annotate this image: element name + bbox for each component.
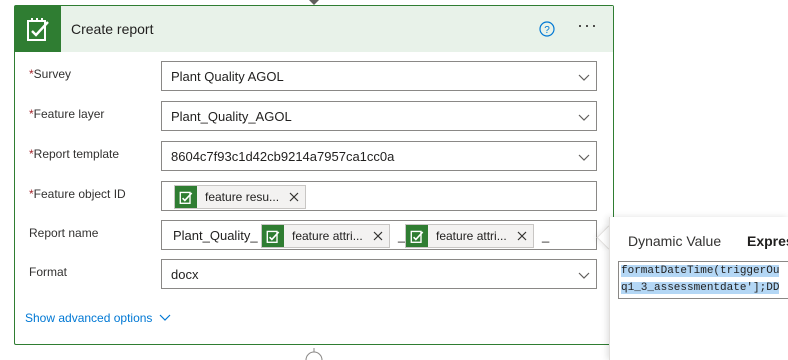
format-value: docx — [171, 267, 199, 282]
survey123-checklist-icon — [15, 6, 61, 52]
svg-text:?: ? — [544, 25, 550, 36]
help-circle-icon[interactable]: ? — [539, 21, 555, 37]
token-label: feature attri... — [292, 229, 363, 243]
expression-line: q1_3_assessmentdate'];DD — [621, 282, 780, 294]
report-template-label: *Report template — [29, 147, 119, 161]
chevron-down-icon — [578, 154, 590, 161]
advanced-options-label: Show advanced options — [25, 311, 153, 325]
card-title: Create report — [71, 21, 154, 37]
tab-dynamic-value[interactable]: Dynamic Value — [628, 233, 721, 249]
dynamic-content-flyout: Dynamic Value Expres formatDateTime(trig… — [609, 217, 788, 360]
feature-layer-dropdown[interactable]: Plant_Quality_AGOL — [161, 101, 597, 131]
survey123-checklist-icon — [175, 186, 197, 208]
survey123-checklist-icon — [262, 225, 284, 247]
token-label: feature resu... — [205, 190, 280, 204]
report-name-label-text: Report name — [29, 226, 99, 240]
report-template-value: 8604c7f93c1d42cb9214a7957ca1cc0a — [171, 149, 395, 164]
report-template-label-text: Report template — [33, 147, 120, 161]
survey-value: Plant Quality AGOL — [171, 69, 284, 84]
survey-dropdown[interactable]: Plant Quality AGOL — [161, 61, 597, 91]
expression-editor[interactable]: formatDateTime(triggerOu q1_3_assessment… — [618, 261, 788, 299]
feature-object-id-label-text: Feature object ID — [33, 187, 126, 201]
dynamic-content-token[interactable]: feature resu... — [174, 185, 307, 209]
token-label: feature attri... — [436, 229, 507, 243]
report-template-dropdown[interactable]: 8604c7f93c1d42cb9214a7957ca1cc0a — [161, 141, 597, 171]
dynamic-content-token[interactable]: feature attri... — [261, 224, 390, 248]
dynamic-content-token[interactable]: feature attri... — [405, 224, 534, 248]
feature-object-id-input[interactable]: feature resu... — [161, 181, 597, 211]
chevron-down-icon — [578, 114, 590, 121]
chevron-down-icon — [578, 272, 590, 279]
survey123-checklist-icon — [406, 225, 428, 247]
show-advanced-options-link[interactable]: Show advanced options — [25, 311, 171, 325]
close-icon[interactable] — [373, 231, 383, 241]
expression-line: formatDateTime(triggerOu — [621, 265, 780, 277]
format-label: Format — [29, 265, 67, 279]
card-header[interactable]: Create report ? ··· — [15, 6, 613, 52]
report-name-label: Report name — [29, 226, 98, 240]
more-options-icon[interactable]: ··· — [577, 16, 603, 38]
tab-expression[interactable]: Expres — [747, 233, 788, 249]
survey-label-text: Survey — [33, 67, 72, 81]
report-name-input[interactable]: Plant_Quality_ feature attri... _ featur… — [161, 220, 597, 250]
feature-object-id-label: *Feature object ID — [29, 187, 126, 201]
flow-connector-bottom — [305, 348, 323, 360]
format-dropdown[interactable]: docx — [161, 259, 597, 289]
create-report-action-card: Create report ? ··· *Survey Plant Qualit… — [14, 5, 614, 345]
report-name-prefix: Plant_Quality_ — [173, 228, 258, 243]
survey-label: *Survey — [29, 67, 71, 81]
feature-layer-value: Plant_Quality_AGOL — [171, 109, 292, 124]
feature-layer-label: *Feature layer — [29, 107, 104, 121]
close-icon[interactable] — [517, 231, 527, 241]
report-name-suffix: _ — [542, 228, 550, 243]
chevron-down-icon — [160, 314, 171, 321]
format-label-text: Format — [29, 265, 68, 279]
feature-layer-label-text: Feature layer — [33, 107, 105, 121]
chevron-down-icon — [578, 74, 590, 81]
close-icon[interactable] — [289, 192, 299, 202]
